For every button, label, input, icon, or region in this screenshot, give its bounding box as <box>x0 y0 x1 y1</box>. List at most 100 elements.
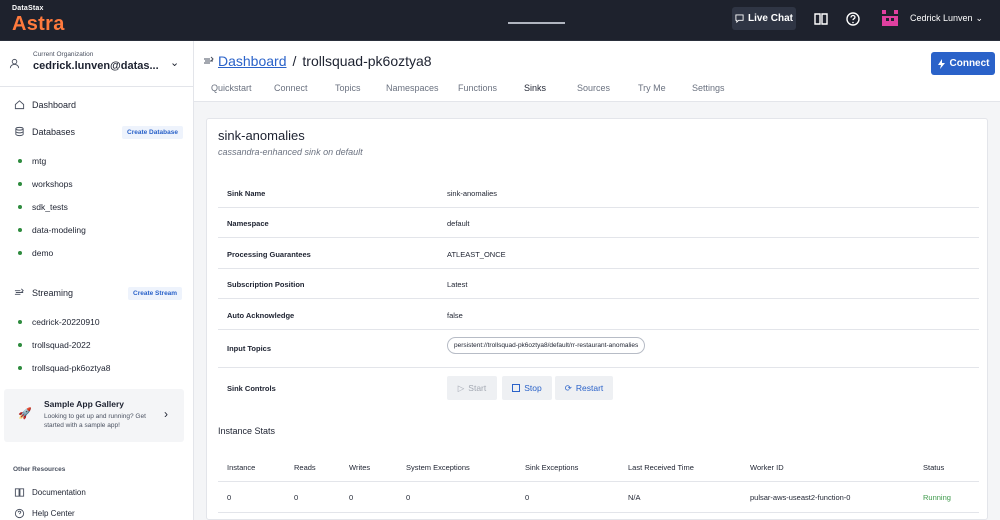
start-label: Start <box>468 383 487 393</box>
database-item[interactable]: mtg <box>18 156 46 166</box>
create-stream-button[interactable]: Create Stream <box>128 287 183 300</box>
table-row: 0 0 0 0 0 N/A pulsar-aws-useast2-functio… <box>218 482 979 513</box>
database-item[interactable]: sdk_tests <box>18 202 68 212</box>
book-icon <box>14 488 25 497</box>
detail-key: Namespace <box>227 219 269 228</box>
sidebar-item-streaming[interactable]: Streaming <box>14 287 73 298</box>
column-header: Sink Exceptions <box>525 463 579 472</box>
sidebar-item-databases[interactable]: Databases <box>14 126 75 137</box>
detail-row: Processing Guarantees ATLEAST_ONCE <box>218 238 979 269</box>
detail-value: Latest <box>447 280 468 289</box>
tab-sinks[interactable]: Sinks <box>524 83 546 93</box>
column-header: System Exceptions <box>406 463 470 472</box>
sidebar-item-documentation[interactable]: Documentation <box>14 487 86 498</box>
column-header: Status <box>923 463 945 472</box>
status-dot <box>18 182 22 186</box>
bolt-icon <box>937 58 945 69</box>
astra-logo[interactable]: DataStax Astra <box>12 5 65 35</box>
org-value: cedrick.lunven@datas... <box>33 60 159 72</box>
tab-topics[interactable]: Topics <box>335 83 361 93</box>
database-name: sdk_tests <box>32 202 68 212</box>
connect-button[interactable]: Connect <box>931 52 995 75</box>
tab-connect[interactable]: Connect <box>274 83 308 93</box>
start-button[interactable]: ▷ Start <box>447 376 497 400</box>
tab-settings[interactable]: Settings <box>692 83 725 93</box>
home-icon <box>14 100 25 110</box>
stream-item[interactable]: trollsquad-pk6oztya8 <box>18 363 110 373</box>
live-chat-label: Live Chat <box>747 13 793 24</box>
user-avatar[interactable] <box>880 8 900 28</box>
restart-icon: ⟳ <box>564 382 572 393</box>
status-dot <box>18 320 22 324</box>
sink-subtitle: cassandra-enhanced sink on default <box>218 147 363 157</box>
detail-key: Subscription Position <box>227 280 305 289</box>
breadcrumb: Dashboard / trollsquad-pk6oztya8 <box>203 53 432 69</box>
create-database-button[interactable]: Create Database <box>122 126 183 139</box>
org-label: Current Organization <box>33 51 94 58</box>
stop-icon <box>512 384 521 392</box>
chevron-right-icon: › <box>164 407 168 421</box>
org-selector[interactable]: Current Organization cedrick.lunven@data… <box>0 41 193 87</box>
stop-button[interactable]: Stop <box>502 376 552 400</box>
stop-label: Stop <box>524 383 542 393</box>
detail-row: Sink Name sink-anomalies <box>218 177 979 208</box>
sample-app-gallery[interactable]: 🚀 Sample App Gallery Looking to get up a… <box>4 389 184 442</box>
database-item[interactable]: demo <box>18 248 53 258</box>
sink-card: sink-anomalies cassandra-enhanced sink o… <box>206 118 988 520</box>
database-name: workshops <box>32 179 73 189</box>
table-cell: 0 <box>294 493 299 502</box>
tab-try-me[interactable]: Try Me <box>638 83 666 93</box>
stream-item[interactable]: trollsquad-2022 <box>18 340 91 350</box>
tab-sources[interactable]: Sources <box>577 83 610 93</box>
column-header: Worker ID <box>750 463 784 472</box>
column-header: Writes <box>349 463 371 472</box>
database-item[interactable]: workshops <box>18 179 73 189</box>
column-header: Reads <box>294 463 316 472</box>
tab-namespaces[interactable]: Namespaces <box>386 83 439 93</box>
status-dot <box>18 205 22 209</box>
user-menu[interactable]: Cedrick Lunven ⌄ <box>910 13 983 24</box>
input-topic-chip[interactable]: persistent://trollsquad-pk6oztya8/defaul… <box>447 337 646 354</box>
table-cell: 0 <box>406 493 411 502</box>
book-icon[interactable] <box>813 11 829 27</box>
stream-name: cedrick-20220910 <box>32 317 100 327</box>
gallery-title: Sample App Gallery <box>44 399 124 409</box>
instance-stats-title: Instance Stats <box>218 426 276 436</box>
status-dot <box>18 251 22 255</box>
restart-label: Restart <box>575 383 604 393</box>
tab-functions[interactable]: Functions <box>458 83 497 93</box>
live-chat-button[interactable]: Live Chat <box>732 7 796 30</box>
restart-button[interactable]: ⟳ Restart <box>555 376 613 400</box>
database-name: data-modeling <box>32 225 86 235</box>
sidebar-item-help-center[interactable]: Help Center <box>14 508 75 519</box>
page-title: trollsquad-pk6oztya8 <box>302 53 432 69</box>
sidebar-item-label: Streaming <box>32 287 74 298</box>
gallery-text: Looking to get up and running? Get start… <box>44 413 146 429</box>
status-dot <box>18 228 22 232</box>
chat-icon <box>735 14 744 23</box>
column-header: Instance <box>227 463 256 472</box>
sidebar-item-dashboard[interactable]: Dashboard <box>14 99 76 110</box>
status-dot <box>18 343 22 347</box>
stream-name: trollsquad-pk6oztya8 <box>32 363 111 373</box>
database-item[interactable]: data-modeling <box>18 225 86 235</box>
database-name: demo <box>32 248 54 258</box>
stream-item[interactable]: cedrick-20220910 <box>18 317 100 327</box>
table-cell: pulsar-aws-useast2-function-0 <box>750 493 851 502</box>
sidebar-item-label: Help Center <box>32 509 75 518</box>
sidebar-item-label: Databases <box>32 126 76 137</box>
column-header: Last Received Time <box>628 463 694 472</box>
detail-row: Namespace default <box>218 208 979 238</box>
database-name: mtg <box>32 156 47 166</box>
breadcrumb-dashboard-link[interactable]: Dashboard <box>218 53 287 69</box>
detail-key: Auto Acknowledge <box>227 311 295 320</box>
sidebar-item-label: Documentation <box>32 488 86 497</box>
tab-quickstart[interactable]: Quickstart <box>211 83 252 93</box>
table-cell: 0 <box>349 493 354 502</box>
database-icon <box>15 126 24 137</box>
input-topics-row: Input Topics persistent://trollsquad-pk6… <box>218 330 979 368</box>
detail-value: ATLEAST_ONCE <box>447 250 506 259</box>
detail-key: Sink Name <box>227 189 266 198</box>
sink-controls-row: Sink Controls ▷ Start Stop ⟳ Restart <box>218 368 979 409</box>
help-icon[interactable] <box>845 11 861 27</box>
